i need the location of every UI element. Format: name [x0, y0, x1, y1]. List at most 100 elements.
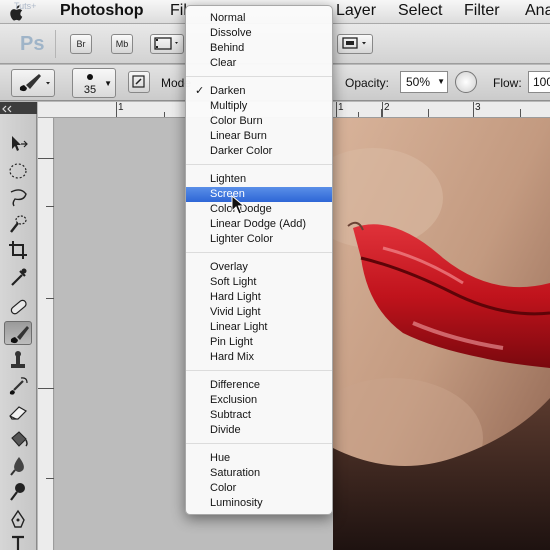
- flow-input[interactable]: 100%: [528, 71, 550, 93]
- pressure-opacity-button[interactable]: [455, 71, 477, 93]
- bandage-icon: [10, 299, 27, 315]
- brush-tool[interactable]: [4, 321, 32, 345]
- ruler-number: 1: [118, 102, 124, 113]
- vertical-ruler[interactable]: [38, 118, 54, 550]
- film-icon: [154, 37, 178, 50]
- opacity-input[interactable]: 50% ▼: [400, 71, 448, 93]
- spot-healing-tool[interactable]: [4, 295, 32, 319]
- blend-mode-lighten[interactable]: Lighten: [186, 172, 332, 187]
- blend-mode-label: Saturation: [210, 467, 261, 479]
- blend-mode-label: Lighten: [210, 173, 247, 185]
- menu-layer[interactable]: Layer: [336, 2, 376, 20]
- blend-mode-color-dodge[interactable]: Color Dodge: [186, 202, 332, 217]
- blend-mode-linear-dodge[interactable]: Linear Dodge (Add): [186, 217, 332, 232]
- blend-mode-label: Color: [210, 482, 237, 494]
- blend-mode-soft-light[interactable]: Soft Light: [186, 275, 332, 290]
- blend-mode-darker-color[interactable]: Darker Color: [186, 144, 332, 159]
- blur-tool[interactable]: [4, 454, 32, 478]
- blend-mode-label: Linear Dodge (Add): [210, 218, 307, 230]
- blend-mode-label: Difference: [210, 379, 260, 391]
- dodge-tool[interactable]: [4, 480, 32, 504]
- pen-tool[interactable]: [4, 508, 32, 532]
- lasso-tool[interactable]: [4, 185, 32, 209]
- menu-separator: [186, 164, 332, 165]
- blend-mode-label: Soft Light: [210, 276, 257, 288]
- ruler-tick: [38, 388, 54, 389]
- eraser-tool[interactable]: [4, 400, 32, 424]
- blend-mode-label: Linear Light: [210, 321, 268, 333]
- panel-grip[interactable]: [0, 102, 37, 114]
- blend-mode-overlay[interactable]: Overlay: [186, 260, 332, 275]
- blend-mode-hard-light[interactable]: Hard Light: [186, 290, 332, 305]
- screen-mode-button[interactable]: [337, 34, 373, 54]
- blend-mode-color[interactable]: Color: [186, 481, 332, 496]
- blend-mode-hue[interactable]: Hue: [186, 451, 332, 466]
- divider: [55, 30, 56, 58]
- quick-selection-icon: [10, 215, 27, 233]
- blend-mode-clear[interactable]: Clear: [186, 56, 332, 71]
- tutorial-watermark: Tuts+: [14, 1, 37, 11]
- clone-stamp-tool[interactable]: [4, 348, 32, 372]
- blend-mode-linear-burn[interactable]: Linear Burn: [186, 129, 332, 144]
- ruler-number: 1: [338, 102, 344, 113]
- blend-mode-normal[interactable]: Normal: [186, 11, 332, 26]
- blend-mode-dropdown[interactable]: Normal Dissolve Behind Clear ✓ Darken Mul…: [185, 5, 333, 515]
- ruler-tick: [116, 102, 117, 117]
- blend-mode-linear-light[interactable]: Linear Light: [186, 320, 332, 335]
- blend-mode-saturation[interactable]: Saturation: [186, 466, 332, 481]
- blend-mode-dissolve[interactable]: Dissolve: [186, 26, 332, 41]
- blend-mode-label: Divide: [210, 424, 241, 436]
- brush-tip-icon: [87, 74, 93, 80]
- blend-mode-exclusion[interactable]: Exclusion: [186, 393, 332, 408]
- lasso-icon: [10, 189, 27, 207]
- ruler-number: 2: [384, 102, 390, 113]
- move-tool[interactable]: [4, 132, 32, 156]
- pen-icon: [11, 509, 25, 528]
- blend-mode-difference[interactable]: Difference: [186, 378, 332, 393]
- blend-mode-label: Subtract: [210, 409, 251, 421]
- menu-photoshop[interactable]: Photoshop: [60, 2, 144, 20]
- blend-mode-pin-light[interactable]: Pin Light: [186, 335, 332, 350]
- quick-selection-tool[interactable]: [4, 212, 32, 236]
- tool-preset-picker[interactable]: [11, 69, 55, 97]
- brush-panel-toggle[interactable]: [128, 71, 150, 93]
- blend-mode-vivid-light[interactable]: Vivid Light: [186, 305, 332, 320]
- move-icon: [12, 136, 28, 151]
- eyedropper-tool[interactable]: [4, 265, 32, 289]
- view-extras-button[interactable]: [150, 34, 184, 54]
- opacity-label: Opacity:: [345, 76, 390, 90]
- blend-mode-color-burn[interactable]: Color Burn: [186, 114, 332, 129]
- blend-mode-lighter-color[interactable]: Lighter Color: [186, 232, 332, 247]
- blend-mode-luminosity[interactable]: Luminosity: [186, 496, 332, 511]
- marquee-tool[interactable]: [4, 159, 32, 183]
- blend-mode-label: Hard Light: [210, 291, 261, 303]
- paint-bucket-icon: [11, 431, 28, 447]
- blend-mode-darken[interactable]: ✓ Darken: [186, 84, 332, 99]
- brush-preset-picker[interactable]: 35 ▼: [72, 68, 116, 98]
- menu-analysis[interactable]: Ana: [525, 2, 550, 20]
- crop-tool[interactable]: [4, 238, 32, 262]
- ruler-tick: [38, 158, 54, 159]
- bridge-button[interactable]: Br: [70, 34, 92, 54]
- menu-filter[interactable]: Filter: [464, 2, 500, 20]
- brush-panel-icon: [132, 75, 145, 88]
- blend-mode-behind[interactable]: Behind: [186, 41, 332, 56]
- elliptical-marquee-icon: [9, 163, 27, 179]
- type-icon: [12, 535, 24, 550]
- blend-mode-divide[interactable]: Divide: [186, 423, 332, 438]
- blend-mode-label: Multiply: [210, 100, 248, 112]
- blend-mode-hard-mix[interactable]: Hard Mix: [186, 350, 332, 365]
- type-tool[interactable]: [4, 531, 32, 550]
- crop-icon: [9, 241, 27, 259]
- brush-size-value: 35: [83, 84, 97, 96]
- menu-select[interactable]: Select: [398, 2, 442, 20]
- history-brush-icon: [9, 377, 28, 395]
- blend-mode-screen[interactable]: Screen: [186, 187, 332, 202]
- ruler-tick: [428, 109, 429, 117]
- blend-mode-subtract[interactable]: Subtract: [186, 408, 332, 423]
- blend-mode-multiply[interactable]: Multiply: [186, 99, 332, 114]
- document-canvas[interactable]: [333, 118, 550, 550]
- paint-bucket-tool[interactable]: [4, 427, 32, 451]
- mini-bridge-button[interactable]: Mb: [111, 34, 133, 54]
- history-brush-tool[interactable]: [4, 374, 32, 398]
